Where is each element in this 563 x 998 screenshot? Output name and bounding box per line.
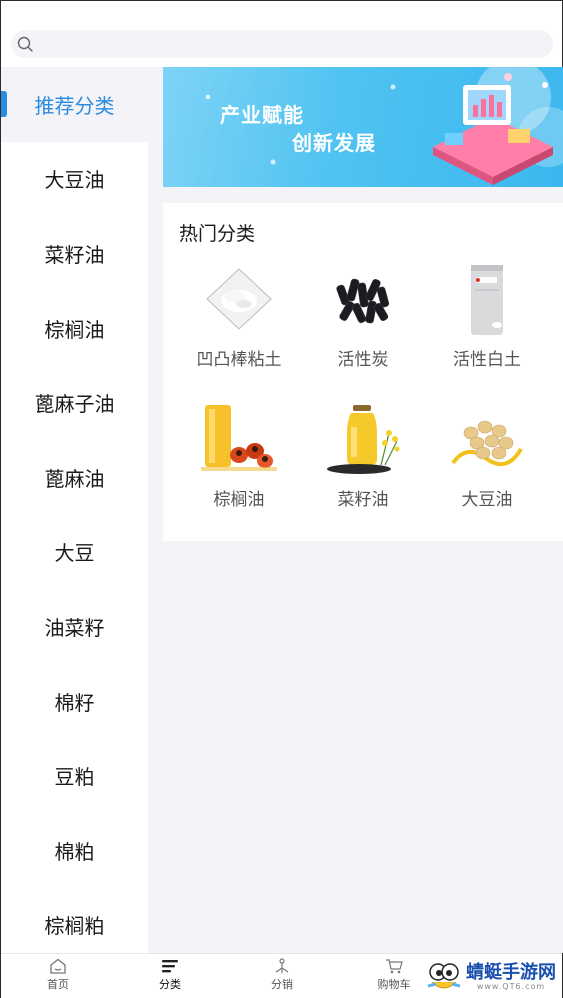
promo-banner[interactable]: 产业赋能 创新发展 — [163, 67, 563, 187]
sidebar-item-castor-oil[interactable]: 蓖麻油 — [1, 440, 148, 515]
soybean-oil-image — [447, 403, 527, 475]
sidebar-item-palm-kernel-meal[interactable]: 棕榈粕 — [1, 888, 148, 953]
watermark-url: www.QT6.com — [476, 981, 546, 991]
tab-label: 分销 — [271, 978, 293, 991]
sidebar-item-recommended[interactable]: 推荐分类 — [1, 67, 148, 142]
hot-category-label: 菜籽油 — [337, 490, 389, 510]
sidebar-item-label: 油菜籽 — [44, 615, 105, 640]
hot-category-label: 活性炭 — [337, 350, 389, 370]
sidebar-item-rapeseed[interactable]: 油菜籽 — [1, 589, 148, 664]
hot-category-item[interactable]: 活性白土 — [421, 263, 553, 370]
sidebar-item-soybean[interactable]: 大豆 — [1, 515, 148, 590]
sidebar-item-cottonseed-meal[interactable]: 棉粕 — [1, 813, 148, 888]
main-content: 产业赋能 创新发展 热门分类 凹凸棒粘土 活性炭 活性白土 棕榈油 菜籽油 大豆… — [148, 67, 563, 953]
bleaching-earth-bag-image — [447, 263, 527, 335]
tab-label: 购物车 — [377, 978, 411, 991]
tab-category[interactable]: 分类 — [130, 958, 210, 992]
hot-category-item[interactable]: 大豆油 — [421, 403, 553, 510]
hot-category-label: 棕榈油 — [213, 490, 265, 510]
sidebar-item-soybean-oil[interactable]: 大豆油 — [1, 142, 148, 217]
search-box[interactable] — [11, 30, 553, 58]
sidebar-item-label: 大豆 — [54, 541, 95, 566]
sidebar-item-label: 豆粕 — [54, 765, 95, 790]
sidebar-item-label: 推荐分类 — [34, 93, 115, 118]
search-bar-area — [1, 1, 562, 67]
sidebar-item-label: 蓖麻油 — [44, 466, 105, 491]
hot-categories-title: 热门分类 — [179, 223, 256, 245]
hot-category-label: 凹凸棒粘土 — [196, 350, 282, 370]
sidebar-item-palm-oil[interactable]: 棕榈油 — [1, 291, 148, 366]
hot-categories-panel: 热门分类 凹凸棒粘土 活性炭 活性白土 棕榈油 菜籽油 大豆油 — [163, 203, 563, 541]
bottom-tab-bar: 首页 分类 分销 购物车 蜻蜓手游网 www.QT6.com — [1, 953, 562, 998]
sidebar-item-soybean-meal[interactable]: 豆粕 — [1, 738, 148, 813]
sidebar-item-label: 蓖麻子油 — [34, 392, 115, 417]
dragonfly-logo-icon — [427, 963, 461, 989]
category-sidebar: 推荐分类 大豆油 菜籽油 棕榈油 蓖麻子油 蓖麻油 大豆 油菜籽 棉籽 豆粕 棉… — [1, 67, 148, 953]
tab-cart[interactable]: 购物车 — [354, 958, 434, 992]
tab-distribution[interactable]: 分销 — [242, 958, 322, 992]
sidebar-item-label: 大豆油 — [44, 168, 105, 193]
hot-category-label: 大豆油 — [461, 490, 513, 510]
tab-label: 首页 — [47, 978, 69, 991]
site-watermark: 蜻蜓手游网 www.QT6.com — [426, 960, 556, 994]
search-icon — [17, 36, 33, 52]
hot-category-item[interactable]: 凹凸棒粘土 — [173, 263, 305, 370]
hot-category-item[interactable]: 活性炭 — [297, 263, 429, 370]
sidebar-item-cottonseed[interactable]: 棉籽 — [1, 664, 148, 739]
tab-label: 分类 — [159, 978, 181, 991]
sidebar-item-label: 棕榈粕 — [44, 914, 105, 939]
app-root: 推荐分类 大豆油 菜籽油 棕榈油 蓖麻子油 蓖麻油 大豆 油菜籽 棉籽 豆粕 棉… — [0, 0, 563, 998]
rapeseed-oil-image — [323, 403, 403, 475]
palm-oil-image — [199, 403, 279, 475]
sidebar-item-label: 菜籽油 — [44, 242, 105, 267]
distribution-icon — [275, 958, 289, 973]
banner-title-line2: 创新发展 — [292, 131, 376, 155]
hot-category-item[interactable]: 棕榈油 — [173, 403, 305, 510]
activated-carbon-image — [323, 263, 403, 335]
home-icon — [50, 958, 66, 974]
cart-icon — [386, 959, 403, 974]
clay-powder-image — [199, 263, 279, 335]
hot-category-item[interactable]: 菜籽油 — [297, 403, 429, 510]
sidebar-item-rapeseed-oil[interactable]: 菜籽油 — [1, 216, 148, 291]
sidebar-item-label: 棕榈油 — [44, 317, 105, 342]
banner-title-line1: 产业赋能 — [220, 103, 304, 127]
sidebar-item-label: 棉籽 — [54, 690, 95, 715]
hot-category-label: 活性白土 — [453, 350, 521, 370]
sidebar-item-castor-seed-oil[interactable]: 蓖麻子油 — [1, 365, 148, 440]
watermark-text: 蜻蜓手游网 — [466, 961, 556, 983]
search-input[interactable] — [41, 32, 541, 56]
tab-home[interactable]: 首页 — [18, 958, 98, 992]
category-icon — [162, 960, 178, 973]
sidebar-item-label: 棉粕 — [54, 839, 95, 864]
